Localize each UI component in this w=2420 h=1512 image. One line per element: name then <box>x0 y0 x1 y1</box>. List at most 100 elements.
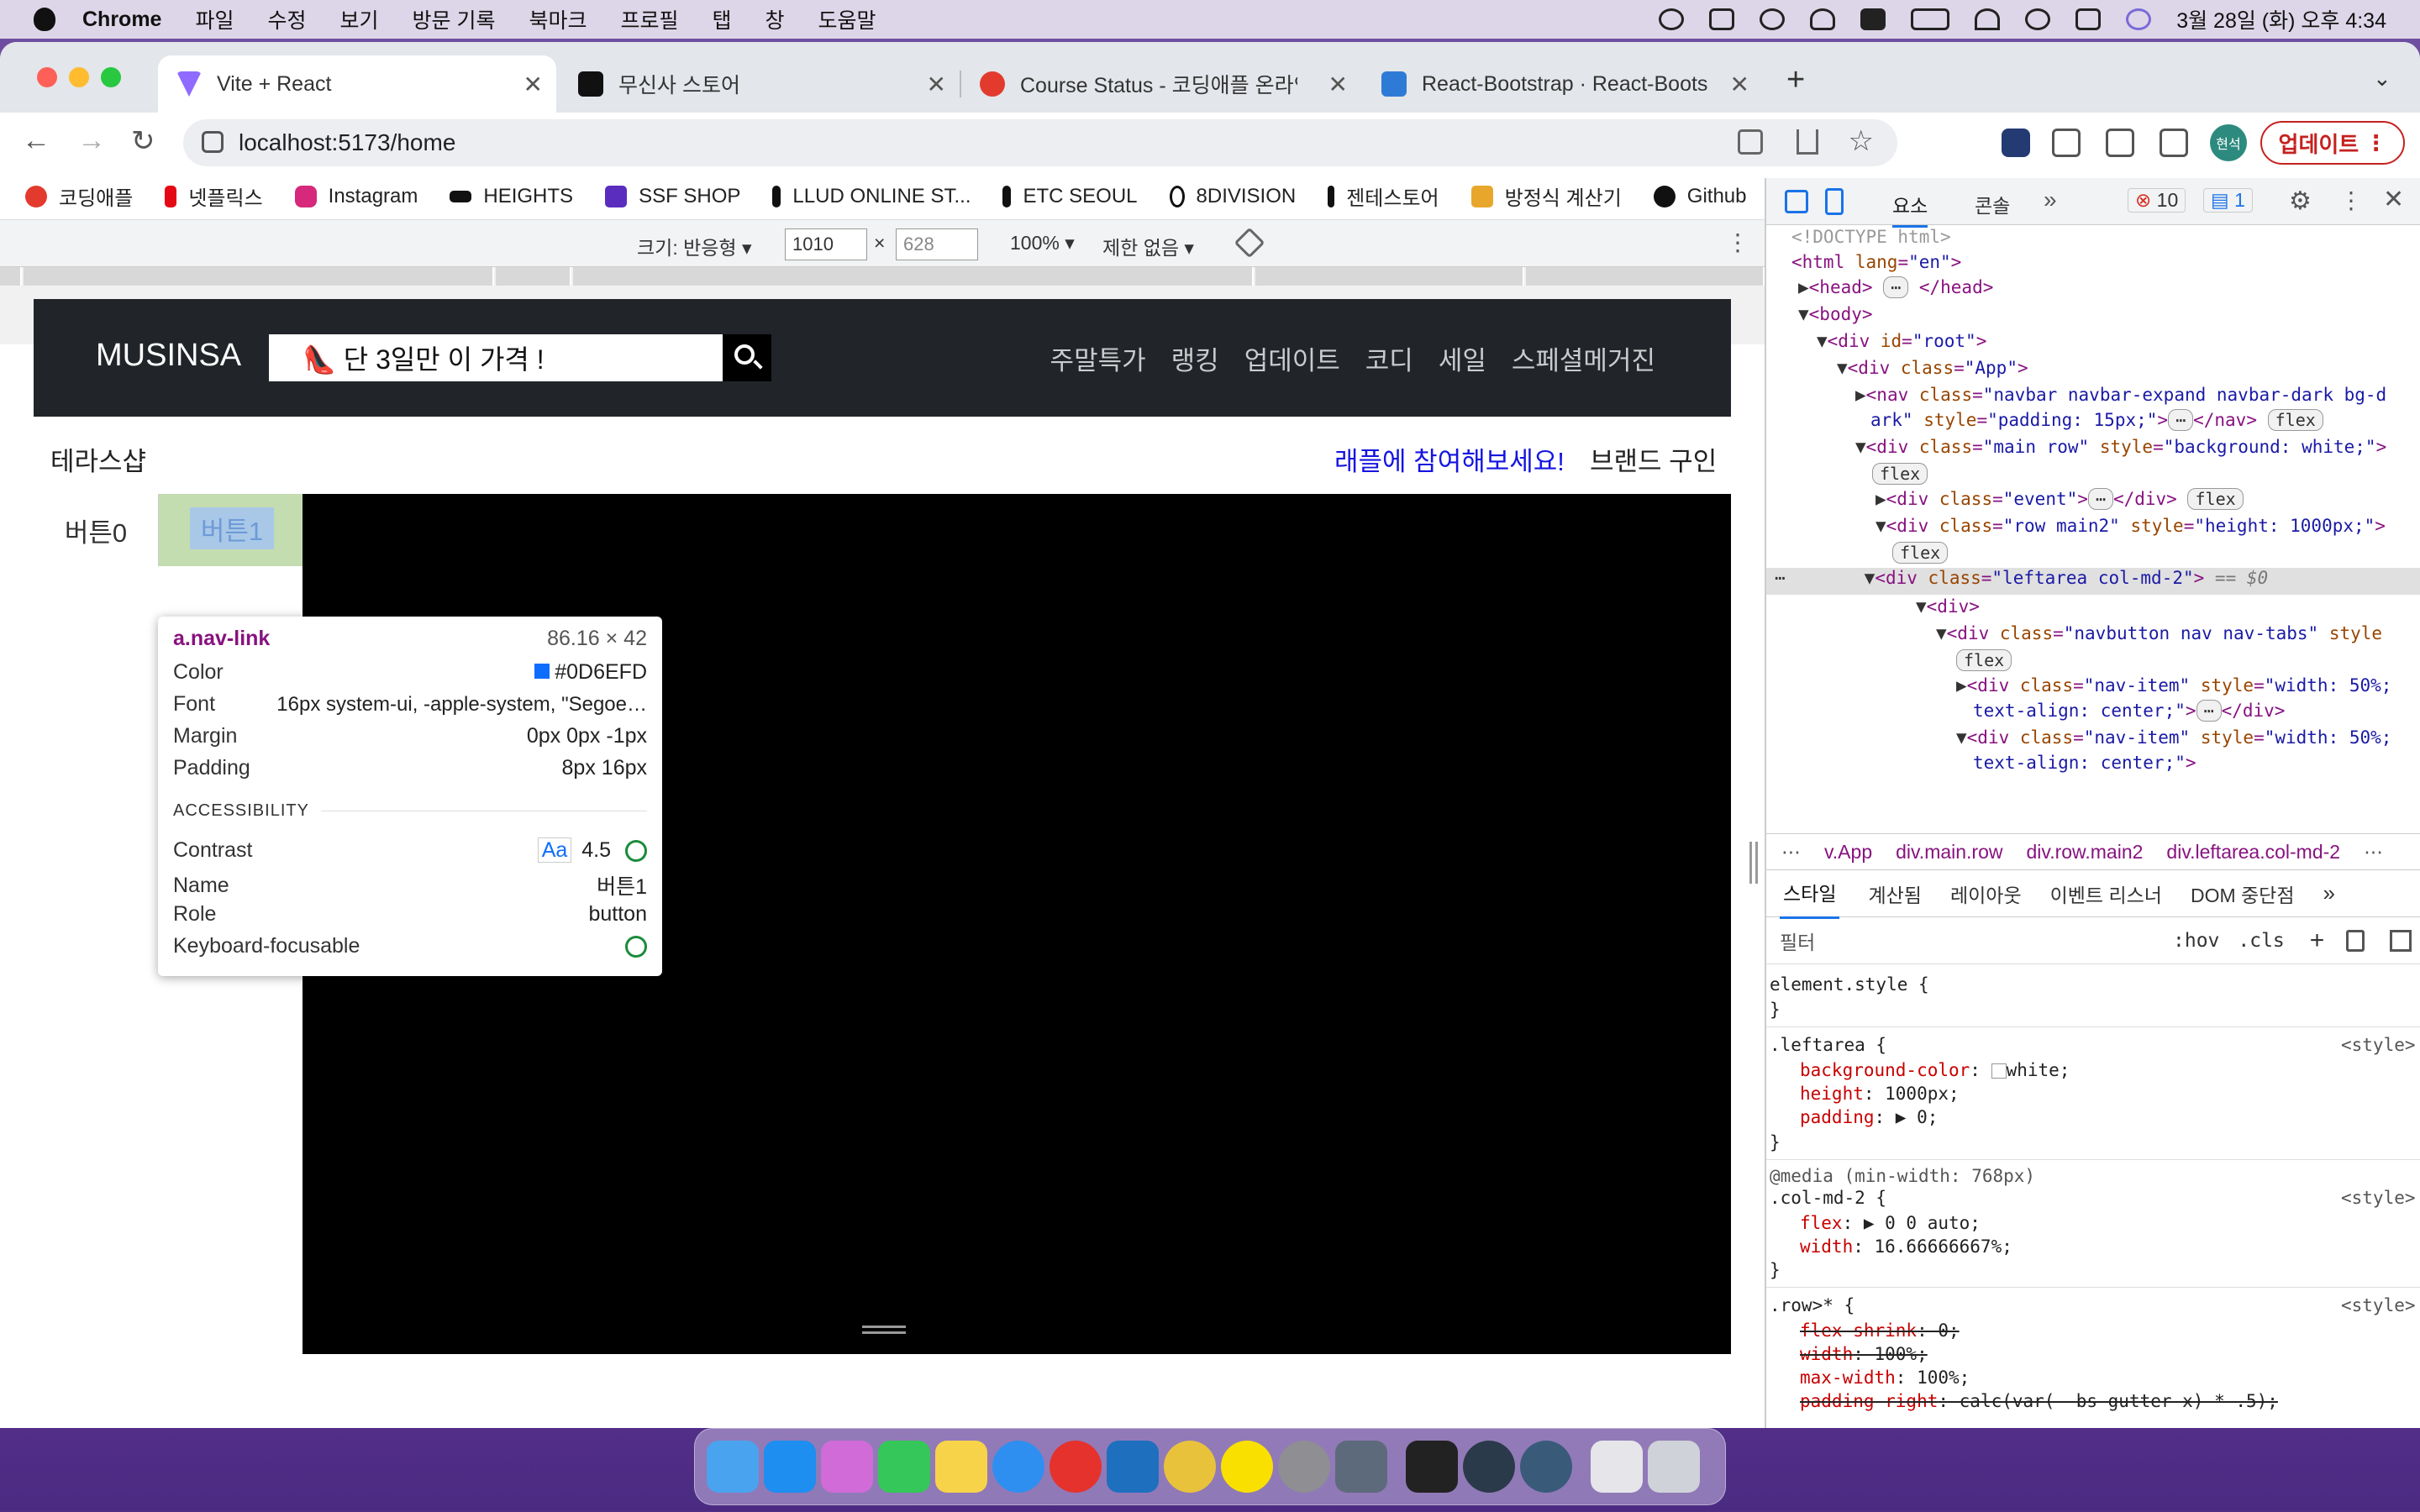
bookmark-instagram[interactable]: Instagram <box>294 185 418 208</box>
chat-icon[interactable] <box>1659 8 1685 30</box>
menubar-clock[interactable]: 3월 28일 (화) 오후 4:34 <box>2176 4 2386 34</box>
bookmark-ssf-shop[interactable]: SSF SHOP <box>605 185 740 208</box>
youtube-music-icon[interactable] <box>1050 1441 1102 1493</box>
tab-search-chevron-icon[interactable]: ⌄ <box>2373 66 2391 92</box>
search-input[interactable]: 👠 단 3일만 이 가격 ! <box>269 334 723 381</box>
dom-line[interactable]: ▼<div class="main row" style="background… <box>1855 437 2386 457</box>
preview-icon[interactable] <box>1335 1441 1387 1493</box>
zoom-window-button[interactable] <box>101 67 121 87</box>
tab-musinsa[interactable]: 무신사 스토어 ✕ <box>560 55 961 113</box>
terminal-icon[interactable] <box>1406 1441 1458 1493</box>
device-size-select[interactable]: 크기: 반응형 ▾ <box>637 232 752 260</box>
device-width-input[interactable]: 1010 <box>785 228 867 260</box>
breadcrumb-item[interactable]: div.leftarea.col-md-2 <box>2166 841 2340 864</box>
bookmark-etc-seoul[interactable]: ETC SEOUL <box>1002 185 1138 208</box>
dom-line[interactable]: ▶<nav class="navbar navbar-expand navbar… <box>1855 385 2386 405</box>
device-height-input[interactable]: 628 <box>896 228 978 260</box>
dom-badge[interactable]: flex <box>1956 649 2012 671</box>
tab-layout[interactable]: 레이아웃 <box>1950 879 2022 908</box>
input-source-icon[interactable] <box>1860 8 1886 30</box>
minimize-window-button[interactable] <box>69 67 89 87</box>
bookmark-github[interactable]: Github <box>1653 185 1747 208</box>
dom-line[interactable]: ▼<div id="root"> <box>1817 331 1986 351</box>
menu-window[interactable]: 창 <box>765 4 785 34</box>
rotate-icon[interactable] <box>1234 227 1265 259</box>
dom-badge[interactable]: flex <box>1892 542 1949 564</box>
nav-update[interactable]: 업데이트 <box>1244 339 1340 377</box>
dom-line[interactable]: ▼<div class="navbutton nav nav-tabs" sty… <box>1936 623 2382 643</box>
menu-file[interactable]: 파일 <box>195 4 234 34</box>
menu-view[interactable]: 보기 <box>340 4 379 34</box>
sidebar-icon[interactable] <box>1709 8 1735 30</box>
share-icon[interactable] <box>1797 129 1818 155</box>
launchpad-icon[interactable] <box>821 1441 873 1493</box>
menu-edit[interactable]: 수정 <box>267 4 306 34</box>
breadcrumb-item[interactable]: div.row.main2 <box>2027 841 2144 864</box>
filter-input[interactable]: 필터 <box>1780 927 2133 955</box>
raffle-link[interactable]: 래플에 참여해보세요! <box>1334 440 1565 478</box>
siri-icon[interactable] <box>2126 8 2152 30</box>
messages-badge[interactable]: ▤ 1 <box>2203 188 2253 213</box>
translate-icon[interactable] <box>1738 129 1763 155</box>
dom-line[interactable]: <!DOCTYPE html> <box>1791 227 1951 247</box>
apple-icon[interactable] <box>34 8 55 31</box>
bookmark-codingapple[interactable]: 코딩애플 <box>25 181 133 211</box>
settings-gear-icon[interactable]: ⚙ <box>2289 186 2312 216</box>
app-store-icon[interactable] <box>764 1441 816 1493</box>
trash-icon[interactable] <box>1648 1441 1700 1493</box>
safari-icon[interactable] <box>992 1441 1044 1493</box>
downloads-stack-icon[interactable] <box>1591 1441 1643 1493</box>
nav-coordi[interactable]: 코디 <box>1365 339 1413 377</box>
notes-icon[interactable] <box>935 1441 987 1493</box>
nav-sale[interactable]: 세일 <box>1439 339 1486 377</box>
style-rule[interactable]: .col-md-2 {<style> <box>1770 1188 2420 1208</box>
toggle-sidebar-icon[interactable] <box>2390 929 2412 952</box>
side-panel-icon[interactable] <box>2160 129 2188 157</box>
close-window-button[interactable] <box>37 67 57 87</box>
devtools-menu-icon[interactable]: ⋮ <box>2339 186 2363 214</box>
tab-course-status[interactable]: Course Status - 코딩애플 온라인 강 ✕ <box>961 55 1361 113</box>
dom-line[interactable]: ▶<div class="event"> ⋯ </div> flex <box>1876 488 2244 510</box>
system-settings-icon[interactable] <box>1278 1441 1330 1493</box>
tab-console[interactable]: 콘솔 <box>1975 190 2010 218</box>
tab-vite-react[interactable]: Vite + React ✕ <box>158 55 556 113</box>
nav-ranking[interactable]: 랭킹 <box>1171 339 1219 377</box>
bookmark-equation-calculator[interactable]: 방정식 계산기 <box>1470 181 1622 211</box>
style-rule[interactable]: .row>* {<style> <box>1770 1295 2420 1315</box>
search-button[interactable] <box>723 334 771 381</box>
dom-badge[interactable]: flex <box>1872 463 1928 485</box>
nav-tab-button-0[interactable]: 버튼0 <box>34 494 158 566</box>
dom-line[interactable]: ▼<body> <box>1798 304 1873 324</box>
hov-toggle[interactable]: :hov <box>2173 930 2219 952</box>
back-arrow-icon[interactable]: ← <box>22 124 50 157</box>
more-options-icon[interactable]: ⋮ <box>1726 228 1749 256</box>
reading-list-icon[interactable] <box>2106 129 2134 157</box>
play-icon[interactable] <box>1760 8 1786 30</box>
menu-profile[interactable]: 프로필 <box>620 4 678 34</box>
inspect-element-icon[interactable] <box>1785 190 1808 213</box>
dom-line[interactable]: text-align: center;"> ⋯ </div> <box>1973 700 2285 722</box>
bookmark-heights[interactable]: HEIGHTS <box>450 185 573 208</box>
dom-line-selected[interactable]: ⋯ ▼<div class="leftarea col-md-2"> == $0 <box>1766 568 2420 595</box>
update-button[interactable]: 업데이트 ⋮ <box>2260 121 2405 165</box>
control-center-icon[interactable] <box>2075 8 2102 30</box>
dom-line[interactable]: ▶<head> ⋯ </head> <box>1798 276 1993 298</box>
style-rule[interactable]: element.style { <box>1770 974 1929 995</box>
dom-line[interactable]: ark" style="padding: 15px;"> ⋯ </nav> flex <box>1870 409 2323 431</box>
dom-line[interactable]: <html lang="en"> <box>1791 252 1961 272</box>
menu-app-name[interactable]: Chrome <box>82 8 161 32</box>
menu-help[interactable]: 도움말 <box>818 4 876 34</box>
new-tab-button[interactable]: + <box>1786 62 1805 98</box>
tab-dom-breakpoints[interactable]: DOM 중단점 <box>2191 879 2295 908</box>
battery-icon[interactable] <box>1911 8 1950 30</box>
dom-line[interactable]: ▼<div> <box>1916 596 1980 617</box>
dom-line[interactable]: ▼<div class="App"> <box>1837 358 2028 378</box>
nav-tab-button-1[interactable]: 버튼1 <box>190 507 274 549</box>
menu-bookmarks[interactable]: 북마크 <box>529 4 587 34</box>
close-devtools-icon[interactable]: ✕ <box>2383 185 2404 214</box>
style-rule[interactable]: .leftarea {<style> <box>1770 1035 2420 1055</box>
tab-styles[interactable]: 스타일 <box>1780 868 1840 919</box>
menu-history[interactable]: 방문 기록 <box>413 4 496 34</box>
brand-recruit-link[interactable]: 브랜드 구인 <box>1590 440 1717 478</box>
bookmark-llud[interactable]: LLUD ONLINE ST... <box>772 185 971 208</box>
